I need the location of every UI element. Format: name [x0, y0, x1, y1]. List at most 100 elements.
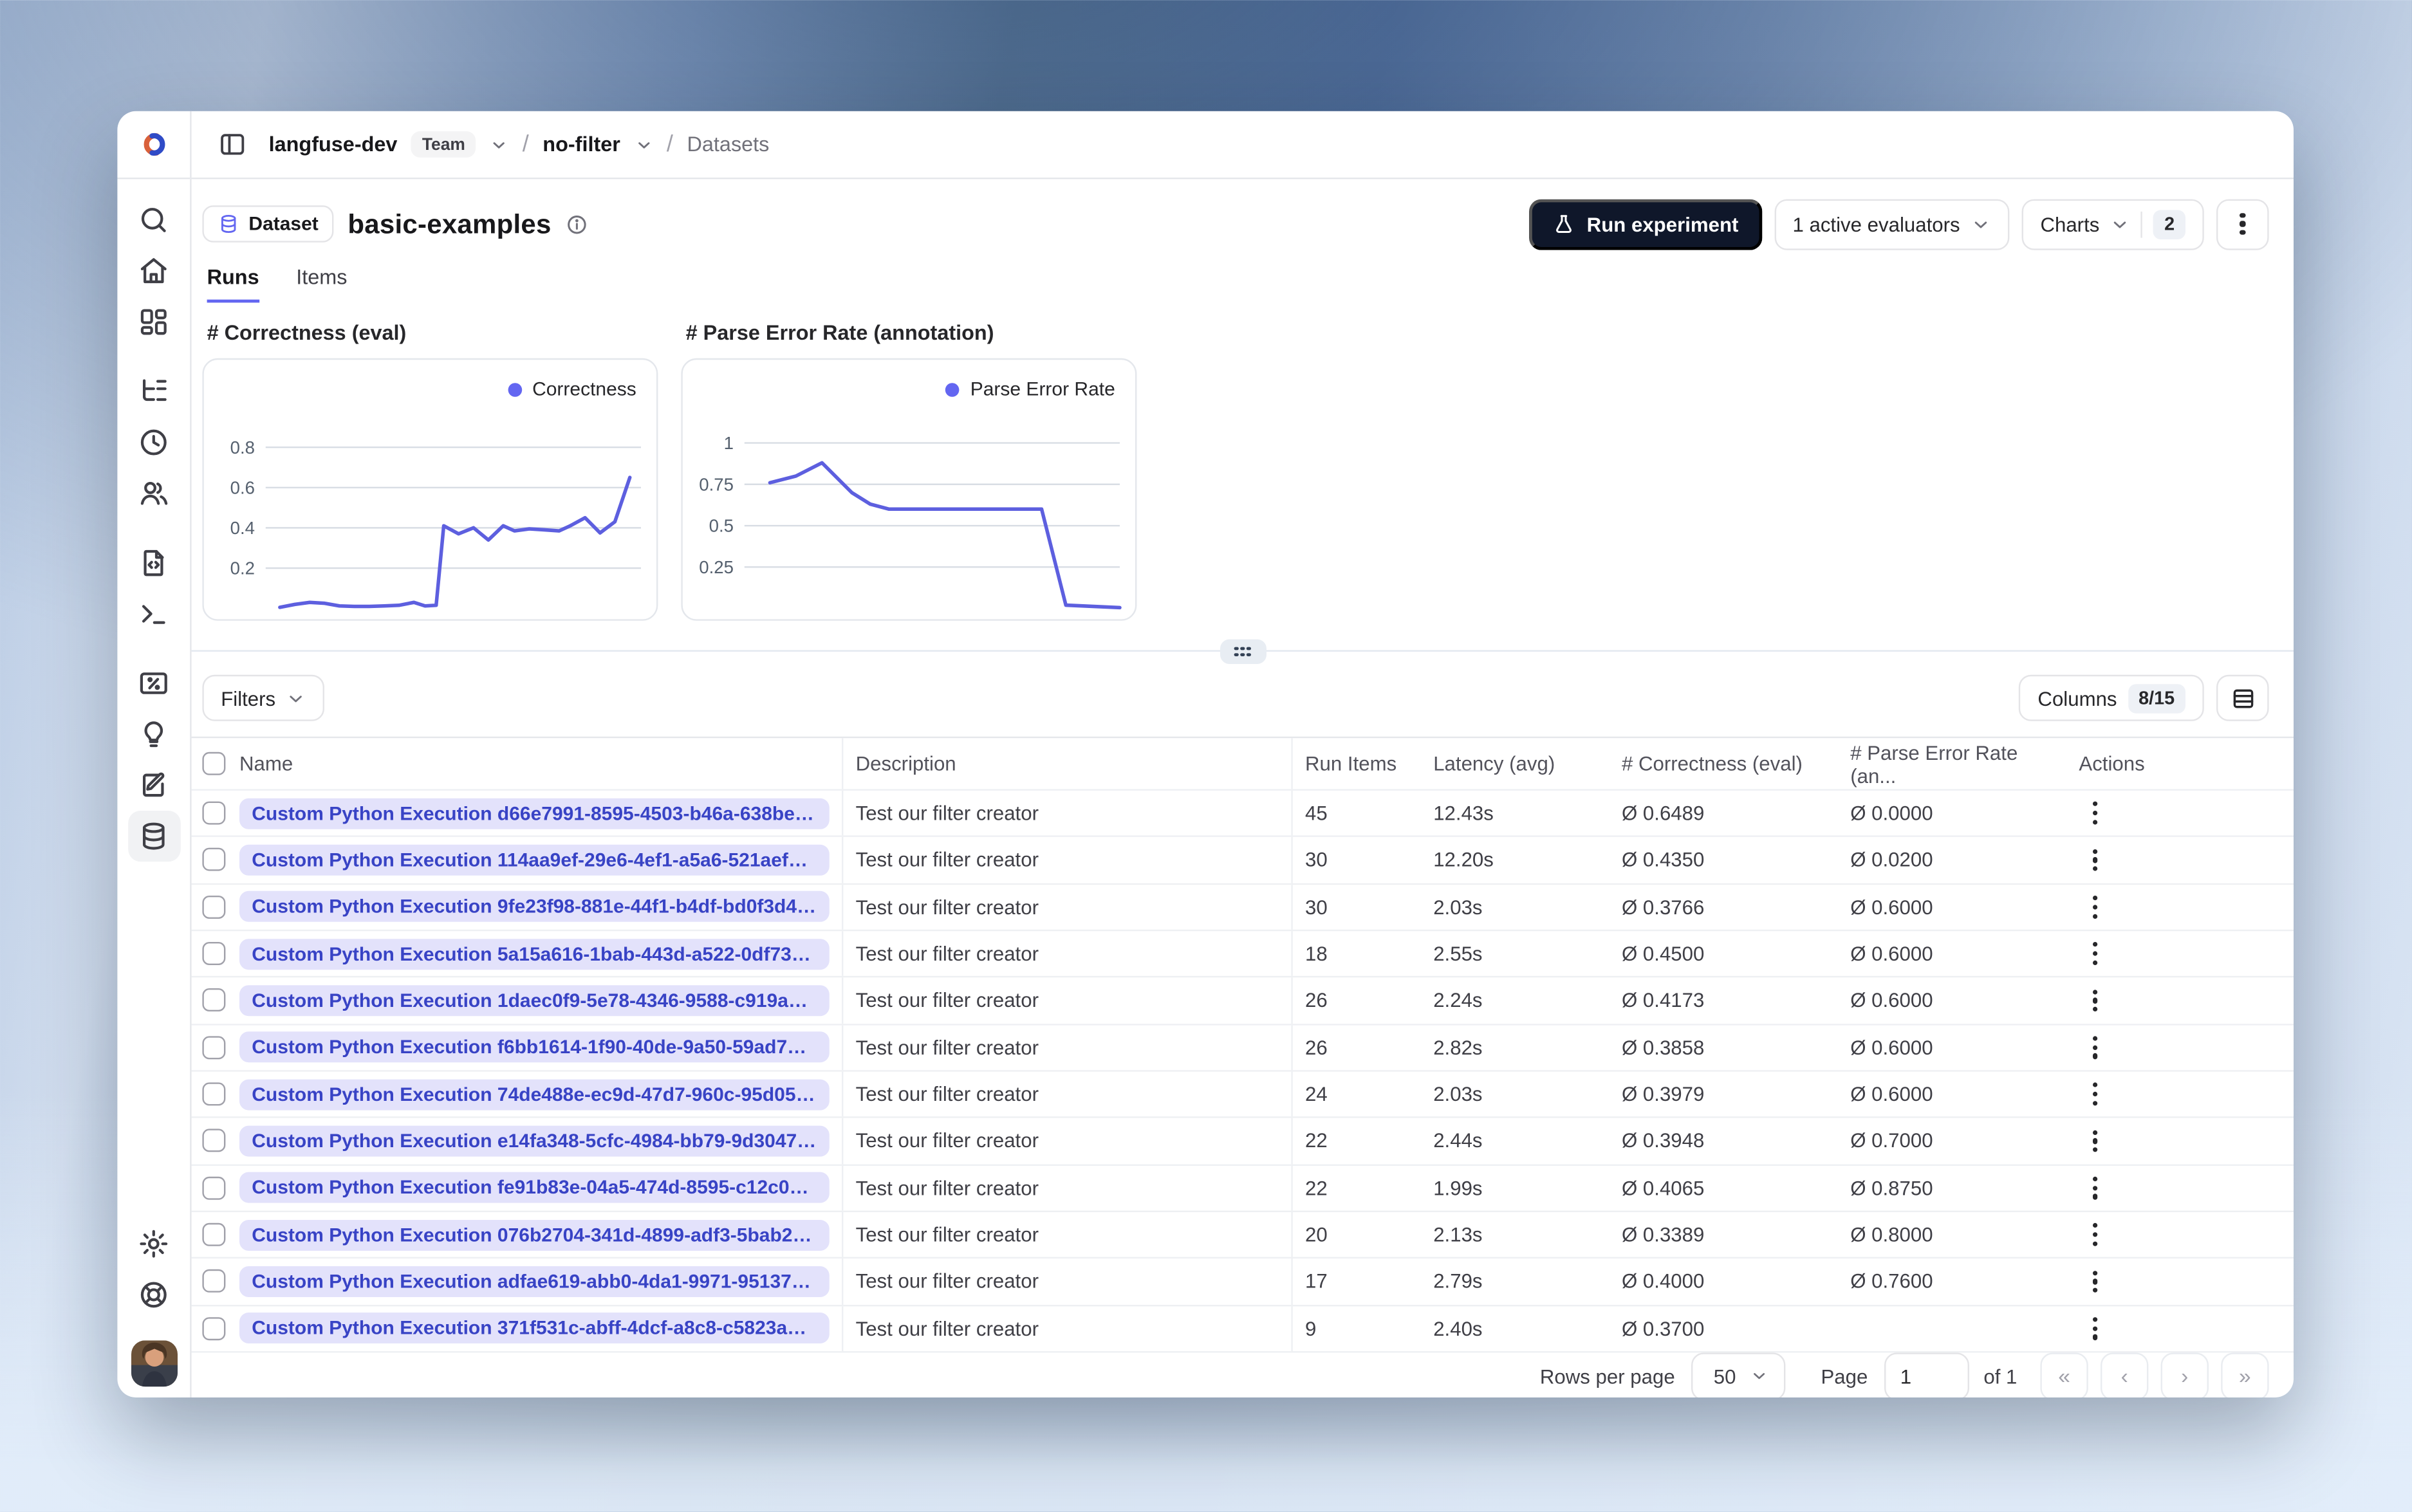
chevron-down-icon[interactable]	[635, 135, 653, 154]
row-actions-kebab[interactable]	[2093, 802, 2098, 825]
row-checkbox[interactable]	[202, 1269, 226, 1293]
run-latency: 2.13s	[1433, 1223, 1483, 1247]
sidebar-item-playground-terminal[interactable]	[127, 588, 180, 639]
user-avatar[interactable]	[130, 1340, 177, 1387]
sidebar-item-dashboard[interactable]	[127, 297, 180, 347]
row-checkbox[interactable]	[202, 1223, 226, 1247]
tabs: Runs Items	[207, 266, 2269, 303]
row-actions-kebab[interactable]	[2093, 1223, 2098, 1246]
row-actions-kebab[interactable]	[2093, 1036, 2098, 1059]
table-row[interactable]: Custom Python Execution 74de488e-ec9d-47…	[191, 1071, 2294, 1119]
row-checkbox[interactable]	[202, 848, 226, 872]
sidebar-item-sessions-clock[interactable]	[127, 417, 180, 468]
row-checkbox[interactable]	[202, 1129, 226, 1153]
table-row[interactable]: Custom Python Execution d66e7991-8595-45…	[191, 790, 2294, 838]
table-row[interactable]: Custom Python Execution 114aa9ef-29e6-4e…	[191, 837, 2294, 885]
sidebar-item-annotation[interactable]	[127, 760, 180, 811]
table-row[interactable]: Custom Python Execution f6bb1614-1f90-40…	[191, 1024, 2294, 1072]
row-checkbox[interactable]	[202, 801, 226, 825]
col-header-description[interactable]: Description	[843, 738, 1293, 789]
filters-button[interactable]: Filters	[202, 674, 325, 721]
rows-per-page-select[interactable]: 50	[1692, 1352, 1786, 1397]
run-experiment-button[interactable]: Run experiment	[1529, 198, 1762, 250]
info-icon[interactable]	[565, 212, 588, 235]
sidebar-item-tracing[interactable]	[127, 366, 180, 417]
columns-button[interactable]: Columns 8/15	[2019, 674, 2204, 721]
sidebar-item-prompts[interactable]	[127, 537, 180, 588]
run-name-link[interactable]: Custom Python Execution 114aa9ef-29e6-4e…	[239, 844, 830, 876]
row-actions-kebab[interactable]	[2093, 1270, 2098, 1293]
run-name-link[interactable]: Custom Python Execution e14fa348-5cfc-49…	[239, 1125, 830, 1157]
last-page-button[interactable]: »	[2221, 1352, 2269, 1397]
row-checkbox[interactable]	[202, 1316, 226, 1340]
sidebar-item-judge-lightbulb[interactable]	[127, 709, 180, 760]
run-name-link[interactable]: Custom Python Execution 371f531c-abff-4d…	[239, 1313, 830, 1344]
col-header-run-items[interactable]: Run Items	[1293, 738, 1421, 789]
table-row[interactable]: Custom Python Execution 5a15a616-1bab-44…	[191, 931, 2294, 978]
row-actions-kebab[interactable]	[2093, 849, 2098, 872]
tab-runs[interactable]: Runs	[207, 266, 259, 303]
col-header-name[interactable]: Name	[239, 752, 293, 775]
select-all-checkbox[interactable]	[202, 751, 226, 775]
run-name-link[interactable]: Custom Python Execution 1daec0f9-5e78-43…	[239, 985, 830, 1017]
chevron-down-icon[interactable]	[490, 135, 508, 154]
first-page-button[interactable]: «	[2040, 1352, 2088, 1397]
sidebar-toggle-icon[interactable]	[210, 123, 253, 166]
row-checkbox[interactable]	[202, 989, 226, 1013]
dataset-type-badge: Dataset	[202, 205, 334, 243]
table-row[interactable]: Custom Python Execution adfae619-abb0-4d…	[191, 1258, 2294, 1306]
breadcrumb-environment[interactable]: no-filter	[543, 133, 620, 156]
row-checkbox[interactable]	[202, 895, 226, 919]
more-actions-button[interactable]	[2216, 198, 2269, 250]
row-actions-kebab[interactable]	[2093, 895, 2098, 919]
sidebar-item-datasets[interactable]	[127, 811, 180, 862]
row-actions-kebab[interactable]	[2093, 989, 2098, 1012]
sidebar-item-support[interactable]	[127, 1269, 180, 1320]
tab-items[interactable]: Items	[296, 266, 347, 303]
run-name-link[interactable]: Custom Python Execution fe91b83e-04a5-47…	[239, 1172, 830, 1204]
row-checkbox[interactable]	[202, 1035, 226, 1059]
table-row[interactable]: Custom Python Execution 371f531c-abff-4d…	[191, 1305, 2294, 1353]
col-header-latency[interactable]: Latency (avg)	[1421, 738, 1610, 789]
col-header-parse-error-rate[interactable]: # Parse Error Rate (an...	[1838, 738, 2066, 789]
table-row[interactable]: Custom Python Execution 9fe23f98-881e-44…	[191, 884, 2294, 932]
row-actions-kebab[interactable]	[2093, 1129, 2098, 1153]
row-height-button[interactable]	[2216, 674, 2269, 721]
run-name-link[interactable]: Custom Python Execution adfae619-abb0-4d…	[239, 1266, 830, 1297]
row-actions-kebab[interactable]	[2093, 1083, 2098, 1106]
next-page-button[interactable]: ›	[2160, 1352, 2209, 1397]
active-evaluators-button[interactable]: 1 active evaluators	[1774, 198, 2010, 250]
breadcrumb-project[interactable]: langfuse-dev	[269, 133, 398, 156]
breadcrumb-page[interactable]: Datasets	[687, 133, 770, 156]
table-row[interactable]: Custom Python Execution fe91b83e-04a5-47…	[191, 1165, 2294, 1212]
table-row[interactable]: Custom Python Execution e14fa348-5cfc-49…	[191, 1118, 2294, 1166]
playground-terminal-icon	[142, 605, 165, 624]
prev-page-button[interactable]: ‹	[2101, 1352, 2149, 1397]
run-correctness: Ø 0.4350	[1622, 848, 1705, 872]
row-checkbox[interactable]	[202, 942, 226, 966]
run-latency: 2.40s	[1433, 1316, 1483, 1340]
page-number-input[interactable]	[1884, 1352, 1970, 1397]
row-actions-kebab[interactable]	[2093, 942, 2098, 966]
run-name-link[interactable]: Custom Python Execution 076b2704-341d-48…	[239, 1219, 830, 1251]
col-header-correctness[interactable]: # Correctness (eval)	[1610, 738, 1838, 789]
table-row[interactable]: Custom Python Execution 076b2704-341d-48…	[191, 1212, 2294, 1259]
row-checkbox[interactable]	[202, 1082, 226, 1106]
sidebar-item-search[interactable]	[127, 194, 180, 245]
run-name-link[interactable]: Custom Python Execution f6bb1614-1f90-40…	[239, 1031, 830, 1063]
run-name-link[interactable]: Custom Python Execution 74de488e-ec9d-47…	[239, 1078, 830, 1110]
sidebar-item-home[interactable]	[127, 246, 180, 297]
run-name-link[interactable]: Custom Python Execution d66e7991-8595-45…	[239, 797, 830, 829]
langfuse-logo[interactable]	[117, 111, 190, 180]
table-row[interactable]: Custom Python Execution 1daec0f9-5e78-43…	[191, 977, 2294, 1025]
sidebar-item-users[interactable]	[127, 468, 180, 519]
run-name-link[interactable]: Custom Python Execution 9fe23f98-881e-44…	[239, 891, 830, 923]
row-actions-kebab[interactable]	[2093, 1316, 2098, 1340]
run-name-link[interactable]: Custom Python Execution 5a15a616-1bab-44…	[239, 938, 830, 970]
row-checkbox[interactable]	[202, 1176, 226, 1200]
sidebar-item-evaluation[interactable]	[127, 658, 180, 708]
charts-button[interactable]: Charts 2	[2021, 198, 2204, 250]
row-actions-kebab[interactable]	[2093, 1176, 2098, 1199]
sidebar-item-settings-gear[interactable]	[127, 1219, 180, 1269]
drag-handle[interactable]	[1219, 639, 1266, 664]
